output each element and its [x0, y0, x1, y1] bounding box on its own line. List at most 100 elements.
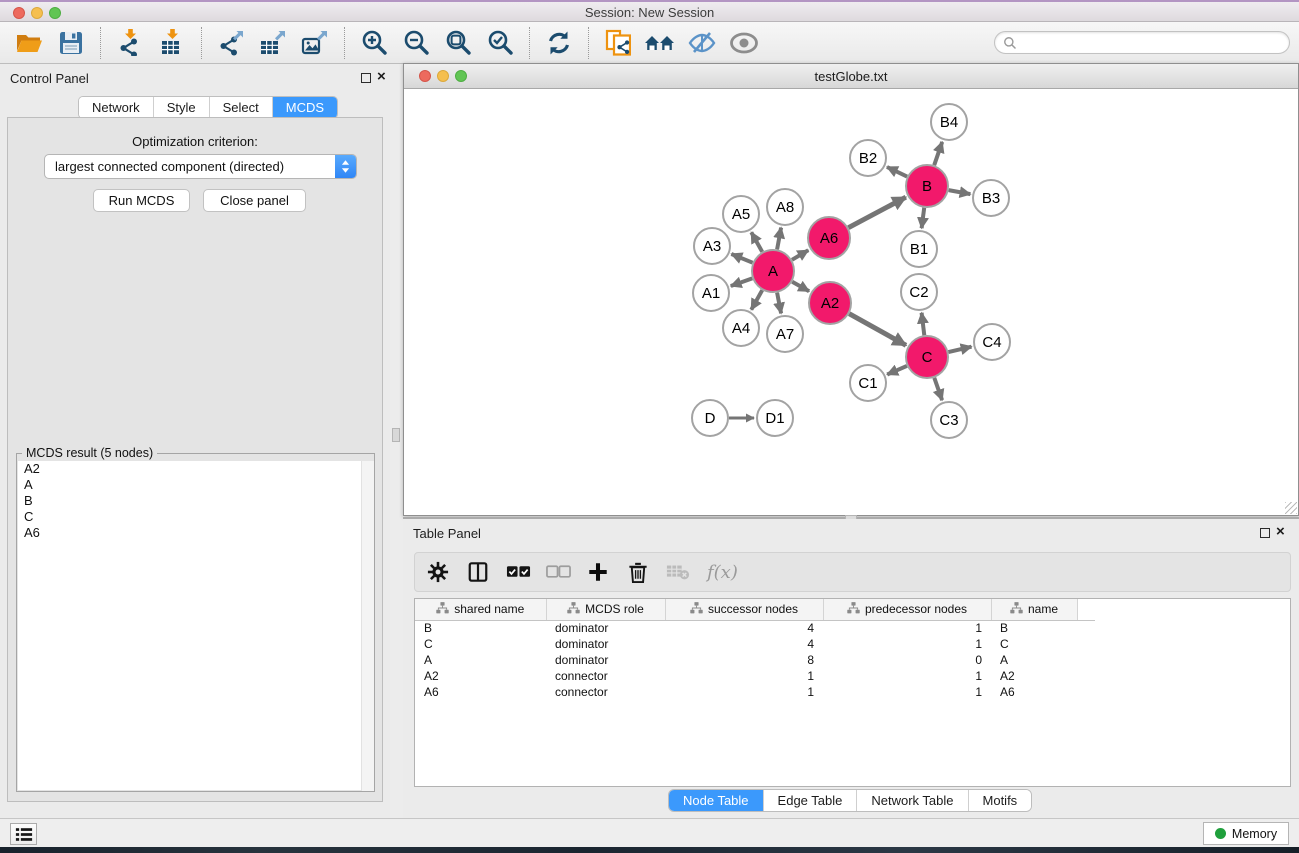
table-float-panel-icon[interactable] [1260, 528, 1270, 538]
table-row[interactable]: A6connector11A6 [415, 684, 1095, 700]
control-panel-title: Control Panel [10, 71, 89, 86]
table-cell: connector [546, 684, 665, 700]
mcds-result-group: MCDS result (5 nodes) A2ABCA6 [16, 453, 375, 792]
result-list-item: A [18, 477, 373, 493]
table-row[interactable]: A2connector11A2 [415, 668, 1095, 684]
graph-edge-C-C1 [887, 366, 907, 375]
status-bar: Memory [0, 818, 1299, 847]
graph-node-label: B [922, 178, 932, 195]
graph-node-label: B3 [982, 190, 1000, 207]
unselect-all-unchecked-icon[interactable] [543, 557, 573, 587]
zoom-out-icon[interactable] [401, 28, 431, 58]
run-mcds-button[interactable]: Run MCDS [93, 189, 190, 212]
window-resize-grip[interactable] [1285, 502, 1297, 514]
network-canvas[interactable]: B4B2BB3A8A5A6A3B1AA1C2A2A4A7C4CC1C3DD1 [404, 89, 1298, 515]
column-header-name[interactable]: name [991, 599, 1077, 620]
settings-gear-icon[interactable] [423, 557, 453, 587]
graph-edge-C-C2 [922, 313, 925, 335]
save-disk-icon[interactable] [56, 28, 86, 58]
table-cell: A2 [415, 668, 546, 684]
zoom-fit-icon[interactable] [443, 28, 473, 58]
table-close-panel-icon[interactable]: × [1276, 522, 1285, 542]
mcds-result-list[interactable]: A2ABCA6 [18, 461, 373, 790]
tree-hierarchy-icon [436, 602, 449, 617]
column-header-MCDS-role[interactable]: MCDS role [546, 599, 665, 620]
criterion-dropdown[interactable]: largest connected component (directed) [44, 154, 357, 179]
table-cell: 1 [665, 668, 823, 684]
graph-edge-A-A5 [751, 232, 762, 252]
export-network-icon[interactable] [216, 28, 246, 58]
result-list-item: A2 [18, 461, 373, 477]
graph-node-label: A1 [702, 285, 720, 302]
refresh-icon[interactable] [544, 28, 574, 58]
tab-network[interactable]: Network [79, 97, 154, 118]
function-builder-fx-icon[interactable]: f(x) [707, 562, 738, 583]
table-cell: A2 [991, 668, 1077, 684]
column-header-shared-name[interactable]: shared name [415, 599, 546, 620]
tab-mcds[interactable]: MCDS [273, 97, 337, 118]
memory-label: Memory [1232, 827, 1277, 841]
search-input[interactable] [1017, 36, 1289, 50]
table-row[interactable]: Bdominator41B [415, 620, 1095, 636]
graph-node-label: D [705, 410, 716, 427]
copy-network-document-icon[interactable] [603, 28, 633, 58]
table-cell: dominator [546, 620, 665, 636]
empty-cell [1077, 636, 1095, 652]
empty-cell [1077, 620, 1095, 636]
table-cell: C [991, 636, 1077, 652]
network-view-window: testGlobe.txt B4B2BB3A8A5A6A3B1AA1C2A2A4… [403, 63, 1299, 516]
close-panel-icon[interactable]: × [377, 67, 386, 87]
graph-node-label: A [768, 263, 778, 280]
select-all-checked-icon[interactable] [503, 557, 533, 587]
result-scrollbar[interactable] [361, 461, 374, 791]
session-title: Session: New Session [0, 5, 1299, 20]
table-row[interactable]: Adominator80A [415, 652, 1095, 668]
graph-edge-A-A7 [777, 293, 781, 314]
table-panel-title: Table Panel [413, 526, 481, 541]
import-table-icon[interactable] [157, 28, 187, 58]
graph-edge-A6-B [848, 197, 905, 228]
tab-style[interactable]: Style [154, 97, 210, 118]
export-image-icon[interactable] [300, 28, 330, 58]
table-panel-header: Table Panel × [403, 519, 1299, 547]
result-list-item: C [18, 509, 373, 525]
graph-edge-A-A8 [777, 228, 781, 250]
zoom-selected-icon[interactable] [485, 28, 515, 58]
column-header-predecessor-nodes[interactable]: predecessor nodes [823, 599, 991, 620]
split-panel-icon[interactable] [463, 557, 493, 587]
tab-node-table[interactable]: Node Table [669, 790, 764, 811]
export-table-icon[interactable] [258, 28, 288, 58]
vertical-divider-grip[interactable] [392, 428, 400, 442]
column-header-successor-nodes[interactable]: successor nodes [665, 599, 823, 620]
table-cell: 0 [823, 652, 991, 668]
add-plus-icon[interactable] [583, 557, 613, 587]
empty-cell [1077, 668, 1095, 684]
tab-edge-table[interactable]: Edge Table [764, 790, 858, 811]
open-folder-icon[interactable] [14, 28, 44, 58]
task-history-button[interactable] [10, 823, 37, 845]
eye-slash-icon[interactable] [687, 28, 717, 58]
mcds-panel: Optimization criterion: largest connecte… [7, 117, 383, 802]
table-cell: 1 [823, 668, 991, 684]
tab-select[interactable]: Select [210, 97, 273, 118]
graph-edge-C-C3 [934, 378, 942, 400]
list-icon [15, 827, 33, 842]
memory-button[interactable]: Memory [1203, 822, 1289, 845]
delete-table-icon[interactable] [663, 557, 693, 587]
eye-icon[interactable] [729, 28, 759, 58]
tab-network-table[interactable]: Network Table [857, 790, 968, 811]
float-panel-icon[interactable] [361, 73, 371, 83]
network-window-titlebar[interactable]: testGlobe.txt [404, 64, 1298, 89]
zoom-in-icon[interactable] [359, 28, 389, 58]
table-cell: C [415, 636, 546, 652]
table-row[interactable]: Cdominator41C [415, 636, 1095, 652]
graph-edge-B-B1 [922, 208, 925, 228]
tree-hierarchy-icon [567, 602, 580, 617]
import-network-icon[interactable] [115, 28, 145, 58]
criterion-value: largest connected component (directed) [45, 159, 335, 174]
double-home-icon[interactable] [645, 28, 675, 58]
delete-trash-icon[interactable] [623, 557, 653, 587]
tab-motifs[interactable]: Motifs [969, 790, 1032, 811]
result-list-item: A6 [18, 525, 373, 541]
close-panel-button[interactable]: Close panel [203, 189, 306, 212]
